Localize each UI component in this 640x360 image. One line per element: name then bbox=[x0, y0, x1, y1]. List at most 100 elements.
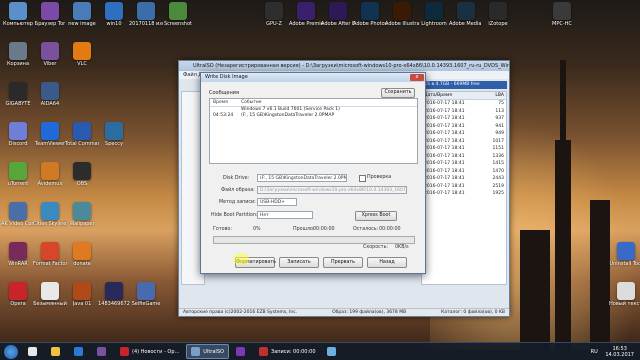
app-icon bbox=[41, 162, 59, 180]
desktop-icon[interactable]: Total Commander bbox=[65, 122, 99, 156]
desktop-icon[interactable]: Adobe Premiere P bbox=[289, 2, 323, 36]
desktop-icon[interactable]: 1483469672 bbox=[98, 282, 130, 316]
keyboard-language[interactable]: RU bbox=[591, 349, 598, 355]
lba-column-header[interactable]: LBA bbox=[480, 92, 504, 99]
app-icon bbox=[297, 2, 315, 20]
window-title[interactable]: UltraISO (Незарегистрированная версия) -… bbox=[179, 61, 509, 71]
desktop-icon[interactable]: Avidemux bbox=[34, 162, 66, 196]
app-icon bbox=[489, 2, 507, 20]
log-row[interactable]: 04:53:24 (F:, 15 GB)KingstonDataTraveler … bbox=[210, 113, 417, 119]
file-lba: 949 bbox=[495, 131, 504, 136]
desktop-icon[interactable]: Format Factory bbox=[33, 242, 67, 276]
write-method-select[interactable]: USB-HDD+ bbox=[257, 198, 297, 206]
file-lba: 75 bbox=[498, 101, 504, 106]
desktop-icon[interactable]: TeamViewer bbox=[34, 122, 66, 156]
desktop-icon[interactable]: AK Video Converter bbox=[1, 202, 35, 236]
desktop-icon[interactable]: Новый текстов bbox=[609, 282, 640, 316]
desktop-icon[interactable]: WinRAR bbox=[2, 242, 34, 276]
close-button[interactable]: x bbox=[410, 74, 424, 81]
stop-button[interactable]: Прервать bbox=[323, 257, 363, 268]
taskbar-button[interactable] bbox=[93, 345, 113, 358]
desktop-icon[interactable]: Discord bbox=[2, 122, 34, 156]
message-log[interactable]: Время Событие Windows 7 v6.1 Build 7601 … bbox=[209, 98, 418, 164]
desktop-icon[interactable]: Браузер Tor bbox=[34, 2, 66, 36]
taskbar-button[interactable] bbox=[70, 345, 90, 358]
desktop-icon[interactable]: SelfieGame bbox=[130, 282, 162, 316]
desktop-icon[interactable]: Компьютер bbox=[2, 2, 34, 36]
desktop-icon[interactable]: GPU-Z bbox=[258, 2, 290, 36]
file-row[interactable]: 2016-07-17 18:41 113 bbox=[422, 108, 506, 116]
file-row[interactable]: 2016-07-17 18:41 1925 bbox=[422, 190, 506, 198]
desktop-icon[interactable]: Uninstall Tool bbox=[609, 242, 640, 276]
file-row[interactable]: 2016-07-17 18:41 75 bbox=[422, 100, 506, 108]
taskbar-button[interactable] bbox=[232, 345, 252, 358]
disk-drive-select[interactable]: (F:, 15 GB)KingstonDataTraveler 2.0PMAP bbox=[257, 174, 347, 182]
desktop-icon[interactable]: Cities Skylines bbox=[33, 202, 67, 236]
desktop-icon[interactable]: GIGABYTE bbox=[2, 82, 34, 116]
desktop-icon[interactable]: OBS bbox=[66, 162, 98, 196]
desktop-icon[interactable]: 20170118 изображ bbox=[129, 2, 163, 36]
desktop-icon[interactable]: Adobe After Effects bbox=[321, 2, 355, 36]
app-icon bbox=[9, 282, 27, 300]
back-button[interactable]: Назад bbox=[367, 257, 407, 268]
desktop-icon[interactable]: Java 01 bbox=[66, 282, 98, 316]
desktop-icon[interactable]: VLC bbox=[66, 42, 98, 76]
taskbar-button[interactable]: UltraISO bbox=[186, 344, 229, 359]
cursor-highlight bbox=[233, 253, 249, 265]
desktop-icon[interactable]: Wallpaper bbox=[66, 202, 98, 236]
file-row[interactable]: 2016-07-17 18:41 1415 bbox=[422, 160, 506, 168]
xpress-boot-button[interactable]: Xpress Boot bbox=[355, 211, 397, 221]
dialog-titlebar[interactable]: Write Disk Image x bbox=[201, 73, 425, 82]
desktop-icon[interactable]: iZotope bbox=[482, 2, 514, 36]
file-row[interactable]: 2016-07-17 18:41 1151 bbox=[422, 145, 506, 153]
taskbar-button[interactable]: Записи: 00:00:00 bbox=[255, 345, 320, 358]
save-button[interactable]: Сохранить bbox=[381, 88, 415, 98]
date-column-header[interactable]: Дата/Время bbox=[422, 92, 480, 99]
file-row[interactable]: 2016-07-17 18:41 941 bbox=[422, 123, 506, 131]
desktop-icon[interactable]: Безымянный bbox=[33, 282, 67, 316]
verify-checkbox[interactable] bbox=[359, 175, 366, 182]
elapsed-value: 00:00:00 bbox=[313, 227, 335, 232]
hide-boot-partition-select[interactable]: Нет bbox=[257, 211, 313, 219]
file-row[interactable]: 2016-07-17 18:41 1336 bbox=[422, 153, 506, 161]
tray-clock[interactable]: RU 16:53 14.03.2017 bbox=[591, 346, 640, 358]
file-date: 2016-07-17 18:41 bbox=[424, 168, 465, 174]
file-row[interactable]: 2016-07-17 18:41 2443 bbox=[422, 175, 506, 183]
app-icon bbox=[9, 242, 27, 260]
file-row[interactable]: 2016-07-17 18:41 949 bbox=[422, 130, 506, 138]
app-icon bbox=[105, 122, 123, 140]
taskbar-button[interactable]: (4) Новости - Op... bbox=[116, 345, 183, 358]
desktop-icon[interactable]: AIDA64 bbox=[34, 82, 66, 116]
desktop-icon[interactable]: win10 bbox=[98, 2, 130, 36]
desktop-icon[interactable]: uTorrent bbox=[2, 162, 34, 196]
taskbar-button[interactable] bbox=[47, 345, 67, 358]
desktop-icon[interactable]: Adobe Photoshop bbox=[353, 2, 387, 36]
file-row[interactable]: 2016-07-17 18:41 2519 bbox=[422, 183, 506, 191]
desktop-icon[interactable]: Lightroom bbox=[418, 2, 450, 36]
taskbar-button[interactable] bbox=[323, 345, 343, 358]
desktop-icon[interactable]: Adobe Illustrator bbox=[385, 2, 419, 36]
file-row[interactable]: 2016-07-17 18:41 1017 bbox=[422, 138, 506, 146]
time-column-header: Время bbox=[213, 100, 228, 105]
desktop-icon[interactable]: MPC-HC bbox=[546, 2, 578, 36]
desktop-icon[interactable]: Корзина bbox=[2, 42, 34, 76]
desktop-icon[interactable]: Screenshot bbox=[162, 2, 194, 36]
desktop-icon[interactable]: Adobe Media Encoder bbox=[449, 2, 483, 36]
file-list[interactable]: Дата/Время LBA 2016-07-17 18:41 75 2016-07… bbox=[421, 91, 507, 285]
desktop-icon[interactable]: Viber bbox=[34, 42, 66, 76]
file-row[interactable]: 2016-07-17 18:41 937 bbox=[422, 115, 506, 123]
write-button[interactable]: Записать bbox=[279, 257, 319, 268]
file-row[interactable]: 2016-07-17 18:41 1470 bbox=[422, 168, 506, 176]
desktop-icon[interactable]: Speccy bbox=[98, 122, 130, 156]
taskbar-button[interactable] bbox=[24, 345, 44, 358]
app-icon bbox=[9, 2, 27, 20]
desktop-icon[interactable]: new image bbox=[66, 2, 98, 36]
desktop-icon-label: iZotope bbox=[488, 21, 508, 27]
desktop-icon[interactable]: Opera bbox=[2, 282, 34, 316]
file-rows: 2016-07-17 18:41 75 2016-07-17 18:41 113 201… bbox=[422, 100, 506, 198]
file-lba: 113 bbox=[495, 108, 504, 114]
image-file-field[interactable]: D:\Загрузки\microsoft-windows10-pro-x64x… bbox=[257, 186, 407, 194]
start-button[interactable] bbox=[4, 344, 18, 359]
speed-value: 0KB/s bbox=[395, 245, 409, 250]
desktop-icon[interactable]: donate bbox=[66, 242, 98, 276]
